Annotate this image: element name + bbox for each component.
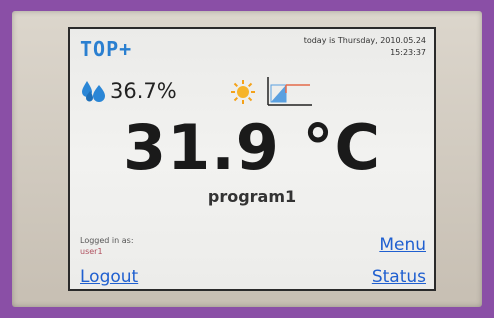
status-link[interactable]: Status [372,267,426,287]
thermostat-screen: TOP+ today is Thursday, 2010.05.24 15:23… [68,27,436,291]
temperature-value: 31.9 °C [122,111,382,184]
date-line: today is Thursday, 2010.05.24 [303,36,426,45]
username: user1 [80,247,103,256]
program-graph-icon [267,77,312,106]
brand-logo: TOP+ [80,37,133,61]
login-info: Logged in as: user1 [80,235,134,257]
outer-frame: TOP+ today is Thursday, 2010.05.24 15:23… [0,0,494,318]
logout-link[interactable]: Logout [80,267,138,287]
date-time: today is Thursday, 2010.05.24 15:23:37 [304,35,426,59]
clock-time: 15:23:37 [390,48,426,57]
sun-icon [231,80,255,104]
logged-in-label: Logged in as: [80,236,134,245]
menu-link[interactable]: Menu [379,235,426,255]
humidity-value: 36.7% [110,79,177,103]
program-name: program1 [207,187,297,206]
water-drops-icon [82,81,105,102]
